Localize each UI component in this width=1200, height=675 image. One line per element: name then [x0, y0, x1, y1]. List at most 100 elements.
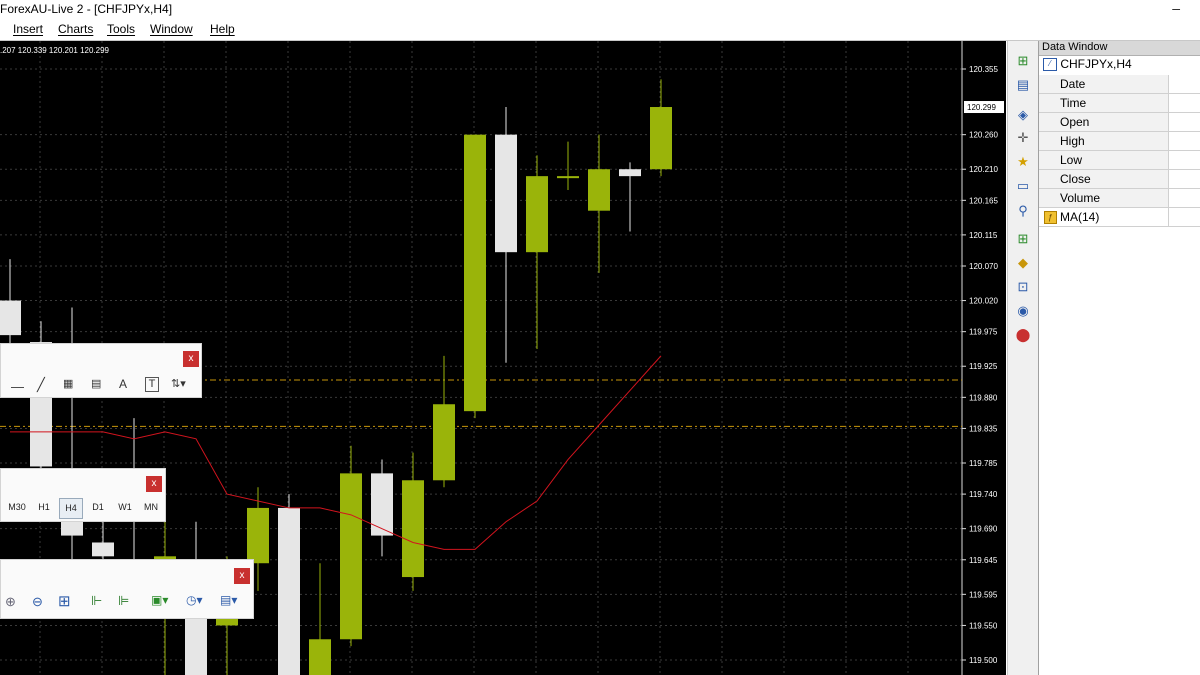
new-chart-icon[interactable]: ⊞: [1013, 229, 1033, 248]
price-axis-label: 120.165: [969, 196, 998, 205]
candle-body: [557, 176, 579, 179]
menu-help[interactable]: Help: [210, 22, 235, 36]
price-axis-label: 120.020: [969, 297, 998, 306]
data-window-header: Data Window: [1039, 41, 1200, 56]
close-charts-toolbar-button[interactable]: x: [234, 568, 250, 584]
candle-body: [371, 473, 393, 536]
text-tool-icon[interactable]: A: [119, 377, 127, 391]
candle-body: [526, 176, 548, 253]
window-title: ForexAU-Live 2 - [CHFJPYx,H4]: [0, 2, 173, 16]
price-axis-label: 119.975: [969, 328, 998, 337]
arrows-dropdown-icon[interactable]: ⇅▾: [171, 377, 186, 390]
data-window-title: Data Window: [1042, 41, 1108, 53]
data-window-symbol: CHFJPYx,H4: [1060, 57, 1132, 71]
price-axis-label: 119.880: [969, 393, 998, 402]
tile-windows-icon[interactable]: ⊞: [58, 592, 71, 610]
terminal-icon[interactable]: ▭: [1013, 176, 1033, 195]
data-window: Data Window ⁄ CHFJPYx,H4 Date Time Open …: [1038, 41, 1200, 675]
data-row-time: Time: [1039, 94, 1200, 113]
candle-body: [433, 404, 455, 481]
data-row-high: High: [1039, 132, 1200, 151]
ohlc-readout: .207 120.339 120.201 120.299: [0, 46, 109, 55]
price-axis-label: 120.210: [969, 165, 998, 174]
candle-body: [464, 134, 486, 412]
signals-icon[interactable]: ⊡: [1013, 277, 1033, 296]
data-row-low: Low: [1039, 151, 1200, 170]
minimize-button[interactable]: –: [1172, 0, 1180, 16]
period-m30-button[interactable]: M30: [6, 502, 28, 512]
price-axis-label: 120.355: [969, 65, 998, 74]
chart-shift-icon[interactable]: ⊩: [91, 593, 102, 609]
data-row-indicator: ƒ MA(14): [1039, 208, 1200, 227]
menu-insert[interactable]: Insert: [13, 22, 43, 36]
period-mn-button[interactable]: MN: [140, 502, 162, 512]
fibo-fan-icon[interactable]: ▤: [91, 377, 101, 390]
templates-dropdown-icon[interactable]: ▤▾: [220, 593, 237, 607]
candle-body: [247, 507, 269, 564]
menu-bar: Insert Charts Tools Window Help: [0, 20, 1200, 41]
price-axis-label: 119.785: [969, 459, 998, 468]
vertical-toolbar: ⊞ ▤ ◈ ✛ ★ ▭ ⚲ ⊞ ◆ ⊡ ◉ ⬤: [1007, 41, 1039, 675]
periodicity-dropdown-icon[interactable]: ◷▾: [186, 593, 203, 607]
navigator-crosshair-icon[interactable]: ✛: [1013, 128, 1033, 147]
candle-body: [650, 107, 672, 170]
indicators-dropdown-icon[interactable]: ▣▾: [151, 593, 168, 607]
market-watch-icon[interactable]: ◈: [1013, 105, 1033, 124]
fibonacci-icon[interactable]: ▦: [63, 377, 73, 390]
data-row-open: Open: [1039, 113, 1200, 132]
candle-body: [588, 169, 610, 211]
vps-icon[interactable]: ◉: [1013, 301, 1033, 320]
candle-body: [309, 639, 331, 675]
new-order-icon[interactable]: ⊞: [1013, 51, 1033, 70]
candle-body: [278, 507, 300, 675]
strategy-tester-icon[interactable]: ⚲: [1013, 201, 1033, 220]
periods-toolbar: x M30 H1 H4 D1 W1 MN: [0, 468, 166, 522]
price-axis-label: 119.740: [969, 490, 998, 499]
price-axis-label: 119.595: [969, 590, 998, 599]
period-h1-button[interactable]: H1: [33, 502, 55, 512]
menu-tools[interactable]: Tools: [107, 22, 135, 36]
period-d1-button[interactable]: D1: [87, 502, 109, 512]
price-axis-label: 119.690: [969, 525, 998, 534]
data-row-close: Close: [1039, 170, 1200, 189]
text-label-icon[interactable]: T: [145, 377, 159, 392]
price-axis-label: 120.115: [969, 231, 998, 240]
price-axis-label: 119.645: [969, 556, 998, 565]
candle-body: [619, 169, 641, 177]
chart-symbol-icon: ⁄: [1043, 58, 1057, 72]
candle-body: [0, 300, 21, 336]
price-axis-label: 120.260: [969, 131, 998, 140]
favorites-icon[interactable]: ★: [1013, 152, 1033, 171]
charts-toolbar: x ⊕ ⊖ ⊞ ⊩ ⊫ ▣▾ ◷▾ ▤▾: [0, 559, 254, 619]
price-axis-label: 119.835: [969, 424, 998, 433]
price-axis-label: 119.925: [969, 362, 998, 371]
price-axis-label: 119.550: [969, 621, 998, 630]
candle-body: [92, 542, 114, 557]
current-price-label: 120.299: [967, 103, 996, 112]
data-row-volume: Volume: [1039, 189, 1200, 208]
templates-icon[interactable]: ▤: [1013, 75, 1033, 94]
zoom-in-icon[interactable]: ⊕: [5, 594, 16, 610]
indicator-icon: ƒ: [1044, 211, 1057, 224]
line-studies-toolbar: x — ╱ ▦ ▤ A T ⇅▾: [0, 343, 202, 398]
menu-charts[interactable]: Charts: [58, 22, 93, 36]
eraser-icon[interactable]: ◆: [1013, 253, 1033, 272]
candle-body: [402, 480, 424, 578]
horizontal-line-icon[interactable]: —: [11, 379, 24, 394]
price-axis-label: 119.500: [969, 656, 998, 665]
candle-body: [340, 473, 362, 640]
period-h4-button[interactable]: H4: [59, 498, 83, 519]
trendline-icon[interactable]: ╱: [37, 377, 45, 393]
alert-icon[interactable]: ⬤: [1013, 325, 1033, 344]
price-axis-label: 120.070: [969, 262, 998, 271]
close-line-studies-toolbar-button[interactable]: x: [183, 351, 199, 367]
data-window-symbol-row: ⁄ CHFJPYx,H4: [1043, 57, 1200, 75]
menu-window[interactable]: Window: [150, 22, 193, 36]
data-row-date: Date: [1039, 75, 1200, 94]
close-periods-toolbar-button[interactable]: x: [146, 476, 162, 492]
autoscroll-icon[interactable]: ⊫: [118, 593, 129, 609]
title-bar: ForexAU-Live 2 - [CHFJPYx,H4] –: [0, 0, 1200, 20]
period-w1-button[interactable]: W1: [114, 502, 136, 512]
zoom-out-icon[interactable]: ⊖: [32, 594, 43, 610]
candle-body: [495, 134, 517, 253]
